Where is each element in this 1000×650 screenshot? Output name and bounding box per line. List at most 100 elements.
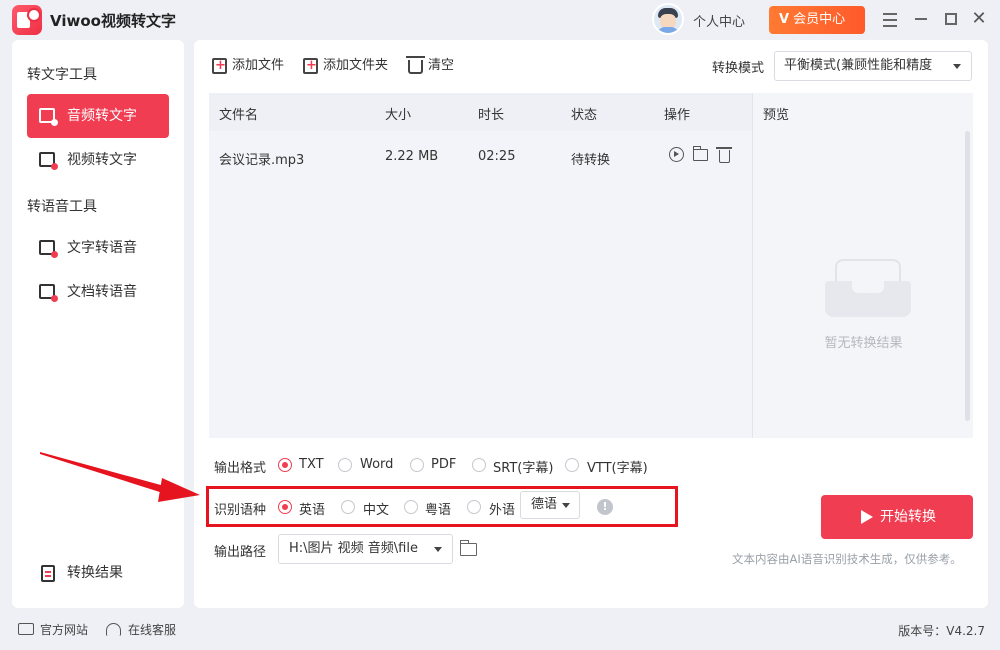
mode-select[interactable]: 平衡模式(兼顾性能和精度 xyxy=(774,51,972,81)
preview-panel: 预览 暂无转换结果 xyxy=(752,93,973,438)
empty-inbox-icon xyxy=(825,259,911,317)
sidebar-group-text-tools: 转文字工具 xyxy=(27,67,97,83)
empty-text: 暂无转换结果 xyxy=(824,336,903,351)
foreign-language-select[interactable]: 德语 xyxy=(520,491,580,519)
radio-format-txt[interactable] xyxy=(278,458,292,472)
sidebar-item-label: 文字转语音 xyxy=(67,240,137,256)
app-logo-icon xyxy=(12,5,42,35)
chevron-down-icon xyxy=(434,547,442,552)
sidebar-item-video-to-text[interactable]: 视频转文字 xyxy=(27,138,169,182)
add-folder-label: 添加文件夹 xyxy=(323,58,389,73)
format-txt-label: TXT xyxy=(299,457,324,472)
video-to-text-icon xyxy=(39,152,58,170)
col-size: 大小 xyxy=(385,108,412,123)
add-file-icon xyxy=(212,56,227,76)
row-status: 待转换 xyxy=(571,153,611,168)
lang-cantonese-label: 粤语 xyxy=(425,503,452,518)
preview-title: 预览 xyxy=(763,108,790,123)
clear-label: 清空 xyxy=(428,58,455,73)
radio-format-pdf[interactable] xyxy=(410,458,424,472)
radio-lang-cantonese[interactable] xyxy=(404,500,418,514)
add-file-button[interactable]: 添加文件 xyxy=(212,56,284,76)
sidebar-group-speech-tools: 转语音工具 xyxy=(27,199,97,215)
add-folder-icon xyxy=(303,56,318,76)
vip-center-label: 会员中心 xyxy=(793,12,846,27)
play-icon xyxy=(861,510,873,524)
chevron-down-icon xyxy=(953,64,961,69)
add-folder-button[interactable]: 添加文件夹 xyxy=(303,56,388,76)
format-word-label: Word xyxy=(360,457,394,472)
menu-icon[interactable] xyxy=(879,8,901,30)
preview-scrollbar[interactable] xyxy=(965,131,970,421)
foreign-language-value: 德语 xyxy=(531,497,558,512)
radio-lang-foreign[interactable] xyxy=(467,500,481,514)
radio-format-vtt[interactable] xyxy=(565,458,579,472)
col-actions: 操作 xyxy=(664,108,691,123)
maximize-icon[interactable] xyxy=(940,8,962,30)
sidebar-item-label: 视频转文字 xyxy=(67,152,137,168)
official-website-label: 官方网站 xyxy=(40,623,89,637)
play-icon[interactable] xyxy=(669,147,684,162)
sidebar-item-label: 转换结果 xyxy=(67,565,123,581)
file-table: 文件名 大小 时长 状态 操作 会议记录.mp3 2.22 MB 02:25 待… xyxy=(209,93,752,438)
col-filename: 文件名 xyxy=(219,108,259,123)
avatar[interactable] xyxy=(652,3,684,35)
radio-format-srt[interactable] xyxy=(472,458,486,472)
online-support-label: 在线客服 xyxy=(128,623,177,637)
title-bar: Viwoo视频转文字 个人中心 V 会员中心 ✕ xyxy=(0,0,1000,38)
close-icon[interactable]: ✕ xyxy=(968,8,990,30)
col-duration: 时长 xyxy=(478,108,505,123)
row-size: 2.22 MB xyxy=(385,149,439,164)
sidebar-item-label: 文档转语音 xyxy=(67,284,137,300)
user-center-link[interactable]: 个人中心 xyxy=(693,11,745,30)
open-folder-icon[interactable] xyxy=(459,540,477,556)
radio-format-word[interactable] xyxy=(338,458,352,472)
radio-lang-english[interactable] xyxy=(278,500,292,514)
headset-icon xyxy=(106,623,121,636)
format-pdf-label: PDF xyxy=(431,457,457,472)
sidebar-item-results[interactable]: 转换结果 xyxy=(27,555,169,591)
version-text: 版本号：V4.2.7 xyxy=(898,624,985,638)
lang-english-label: 英语 xyxy=(299,503,326,518)
vip-v-icon: V xyxy=(779,12,790,27)
language-label: 识别语种 xyxy=(214,503,267,518)
start-convert-label: 开始转换 xyxy=(880,509,936,525)
text-to-speech-icon xyxy=(39,240,58,258)
radio-lang-chinese[interactable] xyxy=(341,500,355,514)
add-file-label: 添加文件 xyxy=(232,58,285,73)
mode-label: 转换模式 xyxy=(712,61,765,76)
row-duration: 02:25 xyxy=(478,149,516,164)
disclaimer-text: 文本内容由AI语音识别技术生成，仅供参考。 xyxy=(732,552,962,566)
audio-to-text-icon xyxy=(39,108,58,126)
output-format-label: 输出格式 xyxy=(214,461,267,476)
sidebar: 转文字工具 音频转文字 视频转文字 转语音工具 文字转语音 文档转语音 转换结果 xyxy=(12,40,184,608)
output-path-value: H:\图片 视频 音频\file xyxy=(289,541,418,556)
format-vtt-label: VTT(字幕) xyxy=(587,461,648,476)
vip-center-button[interactable]: V 会员中心 xyxy=(769,6,865,34)
clear-button[interactable]: 清空 xyxy=(406,56,455,76)
col-status: 状态 xyxy=(571,108,598,123)
minimize-icon[interactable] xyxy=(910,8,932,30)
info-icon[interactable]: ! xyxy=(597,499,613,515)
trash-icon xyxy=(406,56,425,74)
lang-chinese-label: 中文 xyxy=(363,503,390,518)
delete-icon[interactable] xyxy=(716,147,732,163)
format-srt-label: SRT(字幕) xyxy=(493,461,554,476)
sidebar-item-text-to-speech[interactable]: 文字转语音 xyxy=(27,226,169,270)
sidebar-item-audio-to-text[interactable]: 音频转文字 xyxy=(27,94,169,138)
output-path-select[interactable]: H:\图片 视频 音频\file xyxy=(278,534,453,564)
annotation-arrow-icon xyxy=(40,452,200,502)
main-panel: 添加文件 添加文件夹 清空 转换模式 平衡模式(兼顾性能和精度 文件名 大小 时… xyxy=(194,40,988,608)
app-title: Viwoo视频转文字 xyxy=(50,12,176,30)
lang-foreign-label: 外语 xyxy=(489,503,516,518)
chevron-down-icon xyxy=(562,503,570,508)
monitor-icon xyxy=(18,623,34,635)
sidebar-item-doc-to-speech[interactable]: 文档转语音 xyxy=(27,270,169,314)
official-website-link[interactable]: 官方网站 xyxy=(18,622,88,638)
folder-icon[interactable] xyxy=(692,146,708,161)
online-support-link[interactable]: 在线客服 xyxy=(106,622,176,638)
start-convert-button[interactable]: 开始转换 xyxy=(821,495,973,539)
output-path-label: 输出路径 xyxy=(214,545,267,560)
mode-value: 平衡模式(兼顾性能和精度 xyxy=(784,58,933,73)
document-icon xyxy=(41,565,55,582)
